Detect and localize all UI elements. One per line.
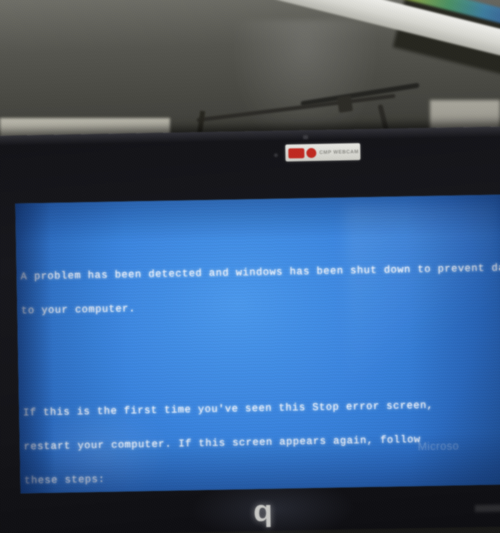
bsod-paragraph-1: A problem has been detected and windows … bbox=[20, 241, 500, 340]
bezel-screw bbox=[303, 135, 309, 140]
bezel-right-marking bbox=[474, 504, 500, 513]
bsod-line: to your computer. bbox=[21, 303, 136, 318]
compaq-logo: q bbox=[252, 494, 273, 529]
bsod-line: A problem has been detected and windows … bbox=[20, 262, 500, 284]
bsod-laptop-photo: CMP WEBCAM A problem has been detected a… bbox=[0, 0, 500, 533]
sticker-badge-icon bbox=[288, 147, 305, 158]
bsod-line: these steps: bbox=[24, 473, 106, 488]
webcam-sticker-label: CMP WEBCAM bbox=[319, 148, 359, 156]
webcam-sticker: CMP WEBCAM bbox=[285, 143, 361, 162]
cable-clip-icon bbox=[336, 95, 354, 113]
microsoft-watermark: Microso bbox=[417, 440, 460, 454]
webcam-lens-icon bbox=[273, 152, 279, 158]
bsod-screen: A problem has been detected and windows … bbox=[15, 194, 500, 494]
sticker-dot-icon bbox=[306, 147, 317, 158]
bsod-paragraph-2: If this is the first time you've seen th… bbox=[23, 377, 500, 494]
bsod-line: If this is the first time you've seen th… bbox=[22, 399, 434, 420]
laptop-lid: CMP WEBCAM A problem has been detected a… bbox=[0, 126, 500, 533]
